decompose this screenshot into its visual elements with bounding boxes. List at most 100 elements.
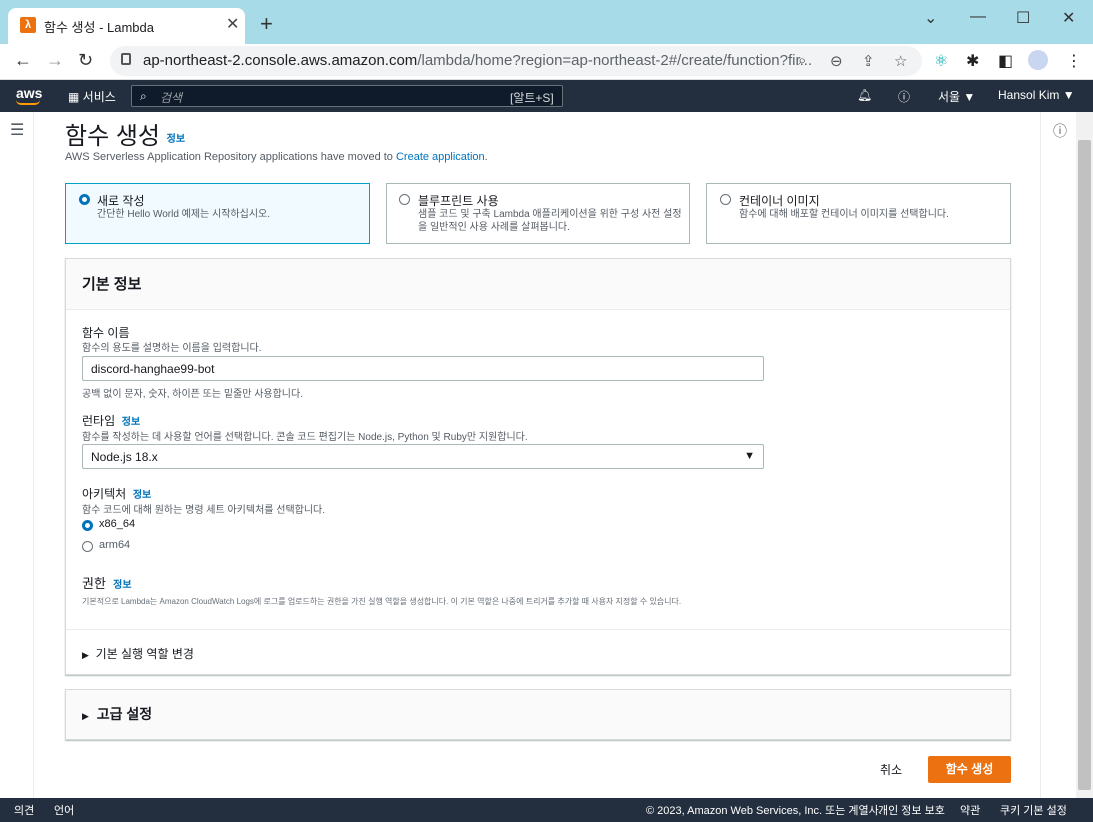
cancel-button[interactable]: 취소 bbox=[880, 761, 902, 778]
react-devtools-icon[interactable]: ⚛ bbox=[934, 51, 948, 71]
url-host: ap-northeast-2.console.aws.amazon.com bbox=[143, 52, 418, 69]
url-path: /lambda/home?region=ap-northeast-2#/crea… bbox=[417, 52, 813, 69]
runtime-info-link[interactable]: 정보 bbox=[122, 417, 140, 428]
lock-icon[interactable] bbox=[121, 53, 131, 65]
architecture-info-link[interactable]: 정보 bbox=[133, 490, 151, 501]
aws-logo[interactable]: aws bbox=[16, 85, 42, 101]
notice-body: AWS Serverless Application Repository ap… bbox=[65, 151, 393, 163]
tab-title: 함수 생성 - Lambda bbox=[44, 20, 154, 35]
close-window-button[interactable]: ✕ bbox=[1062, 8, 1075, 28]
runtime-label: 런타임 정보 bbox=[82, 412, 140, 429]
page-info-link[interactable]: 정보 bbox=[167, 134, 185, 145]
basic-info-title: 기본 정보 bbox=[82, 276, 142, 293]
architecture-label: 아키텍처 정보 bbox=[82, 485, 151, 502]
browser-tab[interactable]: λ 함수 생성 - Lambda ✕ bbox=[8, 8, 245, 44]
zoom-icon[interactable]: ⊖ bbox=[830, 52, 843, 70]
option-radio[interactable] bbox=[399, 194, 410, 205]
runtime-select[interactable]: Node.js 18.x ▼ bbox=[82, 444, 764, 469]
side-panel-icon[interactable]: ◧ bbox=[998, 51, 1013, 71]
privacy-link[interactable]: 개인 정보 보호 bbox=[878, 802, 945, 818]
scrollbar-thumb[interactable] bbox=[1078, 140, 1091, 790]
dropdown-caret-icon: ▼ bbox=[744, 450, 755, 462]
close-tab-icon[interactable]: ✕ bbox=[226, 14, 239, 34]
account-menu[interactable]: Hansol Kim ▼ bbox=[998, 88, 1075, 102]
arch-radio-arm64[interactable] bbox=[82, 541, 93, 552]
terms-link[interactable]: 약관 bbox=[960, 802, 980, 818]
basic-info-panel: 기본 정보 함수 이름 함수의 용도를 설명하는 이름을 입력합니다. disc… bbox=[65, 258, 1011, 675]
url-text[interactable]: ap-northeast-2.console.aws.amazon.com/la… bbox=[143, 52, 812, 69]
region-selector[interactable]: 서울 ▼ bbox=[938, 88, 975, 105]
menu-kebab-icon[interactable]: ⋮ bbox=[1066, 51, 1082, 71]
function-name-desc: 함수의 용도를 설명하는 이름을 입력합니다. bbox=[82, 343, 262, 354]
services-menu[interactable]: ▦ 서비스 bbox=[68, 88, 116, 105]
lambda-icon: λ bbox=[20, 17, 36, 33]
hamburger-menu-icon[interactable]: ☰ bbox=[10, 120, 24, 140]
advanced-settings-toggle[interactable]: ▶ 고급 설정 bbox=[82, 704, 152, 724]
option-use-blueprint[interactable]: 블루프린트 사용 샘플 코드 및 구축 Lambda 애플리케이션을 위한 구성… bbox=[386, 183, 690, 244]
arch-option-x86[interactable]: x86_64 bbox=[99, 518, 135, 530]
aws-logo-smile bbox=[16, 100, 40, 105]
runtime-selected-value: Node.js 18.x bbox=[91, 450, 158, 464]
notifications-bell-icon[interactable]: 🔔︎ bbox=[857, 88, 872, 102]
caret-right-icon: ▶ bbox=[82, 650, 89, 660]
extensions-puzzle-icon[interactable]: ✱ bbox=[966, 51, 979, 71]
forward-icon[interactable]: → bbox=[46, 50, 64, 71]
option-desc: 샘플 코드 및 구축 Lambda 애플리케이션을 위한 구성 사전 설정을 일… bbox=[418, 209, 682, 233]
search-input[interactable] bbox=[131, 85, 563, 107]
minimize-button[interactable]: — bbox=[970, 8, 986, 26]
search-placeholder: 검색 bbox=[160, 91, 183, 105]
option-title: 새로 작성 bbox=[97, 194, 145, 208]
copyright-text: © 2023, Amazon Web Services, Inc. 또는 계열사… bbox=[646, 805, 882, 817]
architecture-desc: 함수 코드에 대해 원하는 명령 세트 아키텍처를 선택합니다. bbox=[82, 505, 326, 516]
function-name-hint: 공백 없이 문자, 숫자, 하이픈 또는 밑줄만 사용합니다. bbox=[82, 389, 303, 400]
help-icon[interactable]: ⓘ bbox=[898, 88, 910, 105]
option-title: 블루프린트 사용 bbox=[418, 194, 499, 208]
services-label: 서비스 bbox=[82, 90, 116, 104]
advanced-settings-panel[interactable]: ▶ 고급 설정 bbox=[65, 689, 1011, 740]
option-author-from-scratch[interactable]: 새로 작성 간단한 Hello World 예제는 시작하십시오. bbox=[65, 183, 370, 244]
create-function-button[interactable]: 함수 생성 bbox=[928, 756, 1011, 783]
advanced-settings-label: 고급 설정 bbox=[96, 706, 153, 722]
feedback-link[interactable]: 의견 bbox=[14, 802, 34, 818]
left-nav-rail bbox=[0, 112, 34, 798]
runtime-desc: 함수를 작성하는 데 사용할 언어를 선택합니다. 콘솔 코드 편집기는 Nod… bbox=[82, 432, 528, 443]
right-help-rail bbox=[1040, 112, 1076, 798]
permissions-label: 권한 정보 bbox=[82, 573, 132, 592]
divider bbox=[66, 629, 1010, 630]
basic-info-header bbox=[66, 259, 1010, 310]
change-default-role-label: 기본 실행 역할 변경 bbox=[95, 647, 194, 661]
page-title: 함수 생성 정보 bbox=[65, 116, 185, 151]
permissions-info-link[interactable]: 정보 bbox=[113, 580, 131, 591]
permissions-desc: 기본적으로 Lambda는 Amazon CloudWatch Logs에 로그… bbox=[82, 597, 682, 606]
language-link[interactable]: 언어 bbox=[54, 802, 74, 818]
cookie-preferences-link[interactable]: 쿠키 기본 설정 bbox=[1000, 802, 1067, 818]
profile-avatar[interactable] bbox=[1028, 50, 1048, 70]
option-radio[interactable] bbox=[720, 194, 731, 205]
runtime-label-text: 런타임 bbox=[82, 414, 116, 428]
create-application-link[interactable]: Create application bbox=[396, 151, 485, 163]
info-panel-icon[interactable]: ⓘ bbox=[1053, 121, 1067, 141]
back-icon[interactable]: ← bbox=[14, 50, 32, 71]
option-radio[interactable] bbox=[79, 194, 90, 205]
arch-radio-x86[interactable] bbox=[82, 520, 93, 531]
reload-icon[interactable]: ↻ bbox=[78, 50, 93, 71]
notice-end: . bbox=[484, 151, 488, 163]
search-icon[interactable]: ⌕ bbox=[798, 52, 806, 69]
search-icon: ⌕ bbox=[140, 89, 147, 103]
bookmark-star-icon[interactable]: ☆ bbox=[894, 52, 907, 70]
new-tab-button[interactable]: + bbox=[260, 13, 273, 35]
maximize-button[interactable]: ☐ bbox=[1016, 8, 1030, 28]
permissions-label-text: 권한 bbox=[82, 576, 106, 591]
change-default-role-toggle[interactable]: ▶ 기본 실행 역할 변경 bbox=[82, 645, 194, 662]
search-shortcut: [알트+S] bbox=[510, 91, 554, 105]
option-desc: 함수에 대해 배포할 컨테이너 이미지를 선택합니다. bbox=[739, 209, 949, 220]
share-icon[interactable]: ⇪ bbox=[862, 52, 875, 70]
option-container-image[interactable]: 컨테이너 이미지 함수에 대해 배포할 컨테이너 이미지를 선택합니다. bbox=[706, 183, 1011, 244]
arch-option-arm64[interactable]: arm64 bbox=[99, 539, 130, 551]
option-title: 컨테이너 이미지 bbox=[739, 194, 820, 208]
function-name-input[interactable]: discord-hanghae99-bot bbox=[82, 356, 764, 381]
caret-right-icon: ▶ bbox=[82, 711, 89, 721]
notice-text: AWS Serverless Application Repository ap… bbox=[65, 151, 488, 163]
chevron-down-icon[interactable]: ⌄ bbox=[924, 8, 937, 28]
architecture-label-text: 아키텍처 bbox=[82, 487, 127, 501]
